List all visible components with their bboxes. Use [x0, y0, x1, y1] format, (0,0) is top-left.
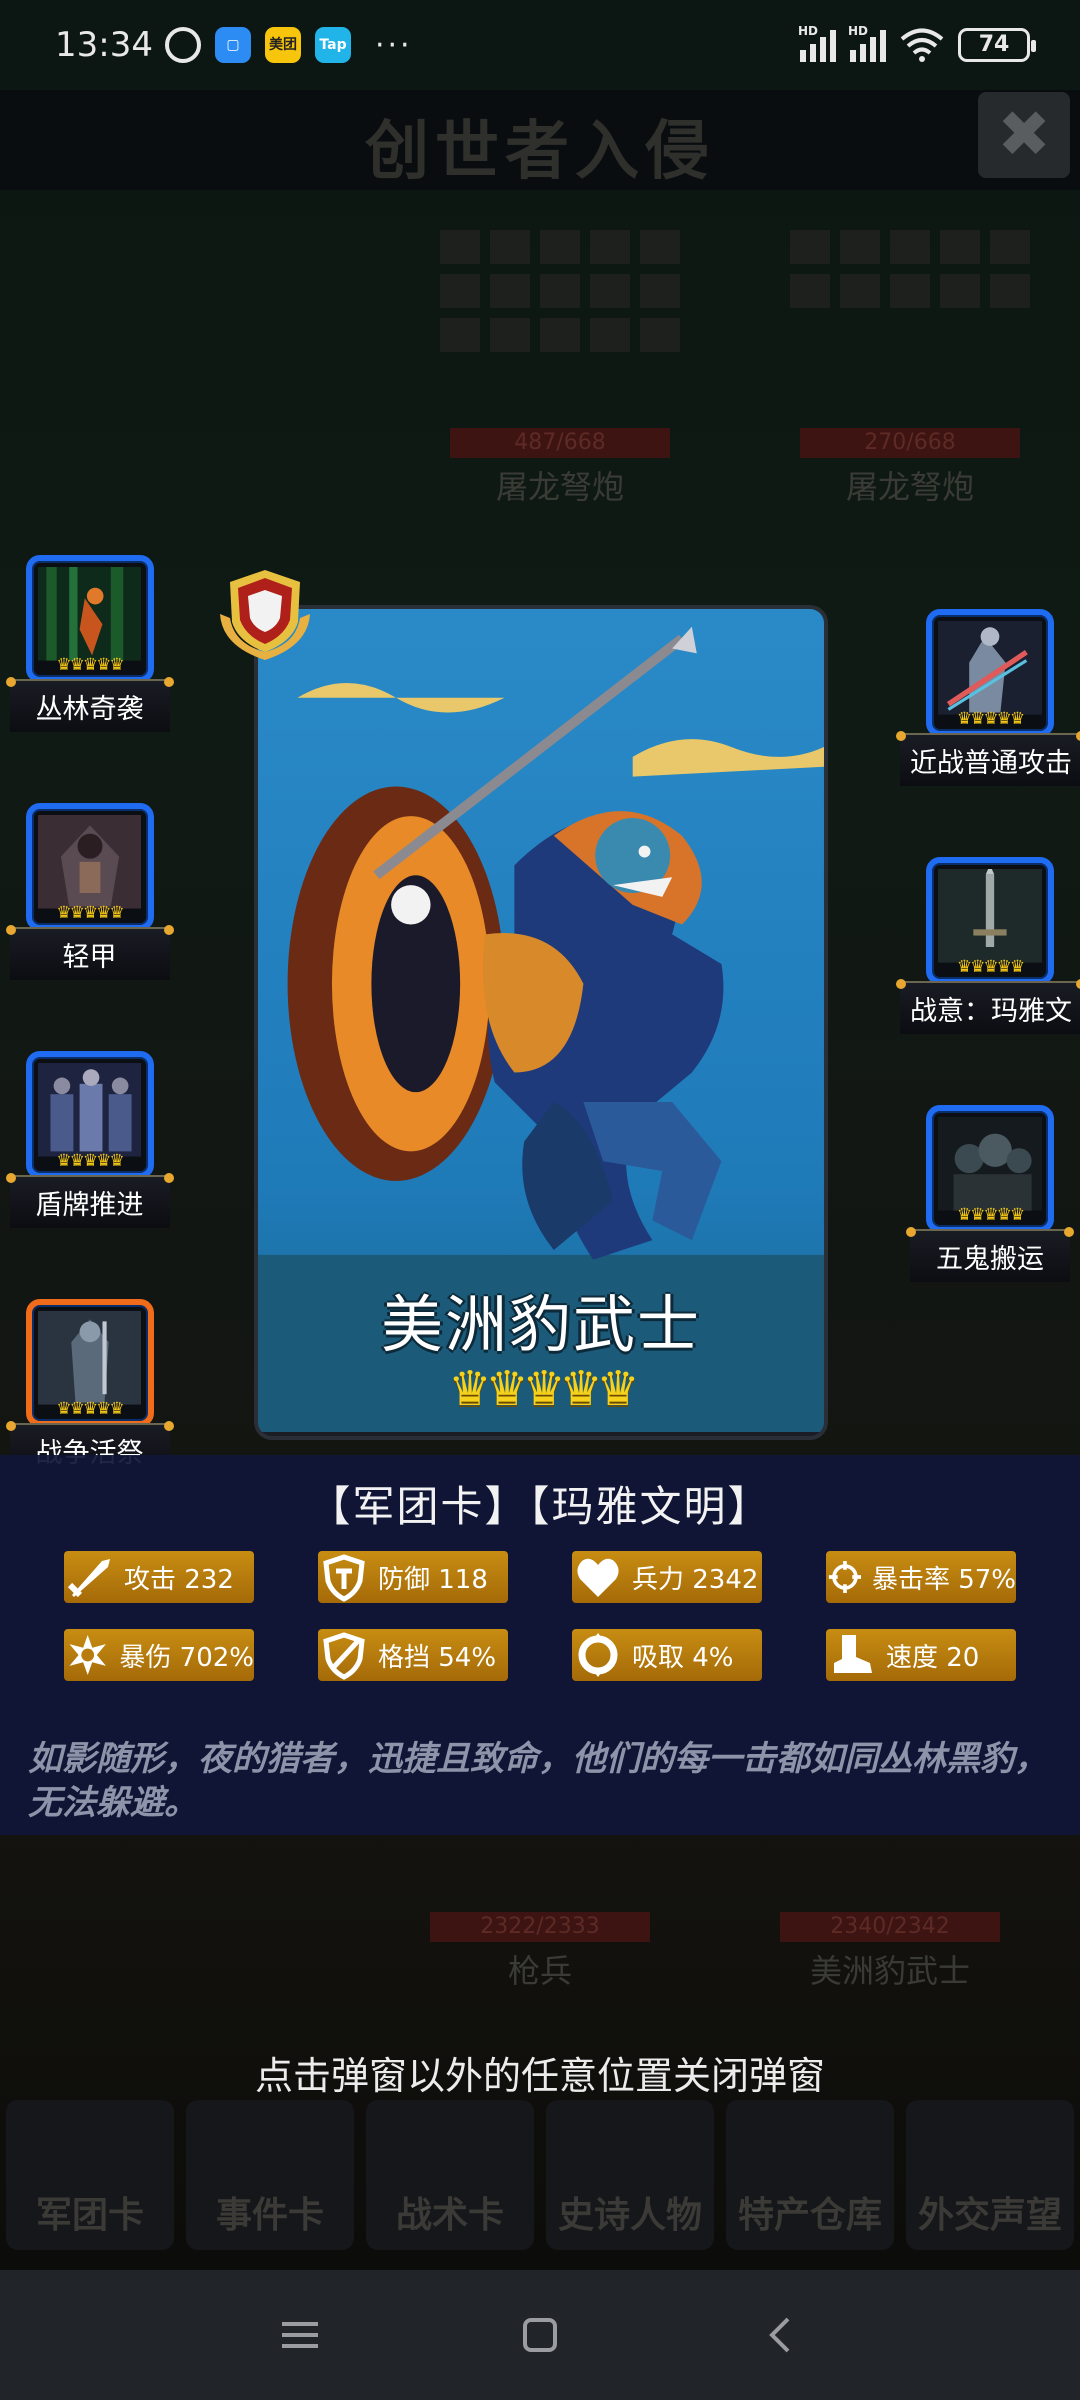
absorb-icon	[578, 1633, 618, 1677]
back-button[interactable]	[750, 2305, 810, 2365]
boot-icon	[834, 1635, 872, 1673]
burst-icon	[69, 1634, 106, 1676]
melee-attack-art-icon	[938, 621, 1042, 715]
skill-crowns: ♛♛♛♛♛	[56, 1151, 124, 1171]
five-ghosts-art-icon	[938, 1117, 1042, 1211]
skill-melee-attack[interactable]: ♛♛♛♛♛ 近战普通攻击	[896, 609, 1080, 786]
stat-attack: 攻击 232	[64, 1551, 254, 1603]
skill-crowns: ♛♛♛♛♛	[56, 1399, 124, 1419]
skill-crowns: ♛♛♛♛♛	[956, 1205, 1025, 1225]
stat-text: 暴击率 57%	[871, 1564, 1016, 1595]
skill-crowns: ♛♛♛♛♛	[956, 709, 1025, 729]
skill-label: 近战普通攻击	[896, 731, 1080, 786]
skill-jungle-raid[interactable]: ♛♛♛♛♛ 丛林奇袭	[2, 555, 177, 732]
skill-crowns: ♛♛♛♛♛	[956, 957, 1025, 977]
stat-text: 攻击 232	[124, 1564, 234, 1595]
jungle-raid-art-icon	[37, 567, 142, 661]
skill-crowns: ♛♛♛♛♛	[56, 655, 124, 675]
crosshair-icon	[828, 1560, 862, 1594]
rank-badge-icon	[220, 570, 310, 660]
stat-block: 格挡 54%	[318, 1629, 508, 1681]
stat-text: 格挡 54%	[378, 1642, 497, 1673]
stat-crit-rate: 暴击率 57%	[826, 1551, 1016, 1603]
card-category-header: 【军团卡】【玛雅文明】	[308, 1482, 772, 1531]
skill-label: 轻甲	[5, 925, 174, 980]
skill-shield-push[interactable]: ♛♛♛♛♛ 盾牌推进	[2, 1051, 177, 1228]
card-star-rating: ♛♛♛♛♛	[448, 1361, 639, 1417]
skill-frame: ♛♛♛♛♛	[926, 1105, 1054, 1233]
parry-icon	[323, 1632, 365, 1680]
system-navigation-bar	[0, 2270, 1080, 2400]
stat-text: 暴伤 702%	[119, 1642, 254, 1673]
skill-label: 五鬼搬运	[906, 1227, 1074, 1282]
skill-frame: ♛♛♛♛♛	[25, 1299, 154, 1427]
unit-card: 美洲豹武士 ♛♛♛♛♛	[254, 605, 828, 1440]
menu-button[interactable]	[270, 2305, 330, 2365]
home-icon	[523, 2318, 557, 2352]
skill-label: 战意：玛雅文	[896, 979, 1080, 1034]
war-sacrifice-art-icon	[37, 1311, 142, 1405]
stat-lifesteal: 吸取 4%	[572, 1629, 762, 1681]
stat-speed: 速度 20	[826, 1629, 1016, 1681]
card-description: 如影随形，夜的猎者，迅捷且致命，他们的每一击都如同丛林黑豹，无法躲避。	[28, 1739, 1048, 1823]
skill-light-armor[interactable]: ♛♛♛♛♛ 轻甲	[2, 803, 177, 980]
close-hint: 点击弹窗以外的任意位置关闭弹窗	[254, 2054, 825, 2098]
menu-icon	[282, 2322, 318, 2348]
sword-icon	[67, 1559, 110, 1598]
home-button[interactable]	[510, 2305, 570, 2365]
skill-frame: ♛♛♛♛♛	[926, 609, 1054, 737]
shield-push-art-icon	[37, 1063, 142, 1157]
stat-defense: 防御 118	[318, 1551, 508, 1603]
skill-five-ghosts[interactable]: ♛♛♛♛♛ 五鬼搬运	[900, 1105, 1080, 1282]
skill-crowns: ♛♛♛♛♛	[56, 903, 124, 923]
skill-frame: ♛♛♛♛♛	[25, 1051, 154, 1179]
skill-label: 盾牌推进	[5, 1173, 174, 1228]
stat-text: 吸取 4%	[632, 1642, 734, 1673]
heart-icon	[577, 1558, 619, 1597]
card-unit-name: 美洲豹武士	[380, 1288, 701, 1361]
light-armor-art-icon	[37, 815, 142, 909]
stat-troops: 兵力 2342	[572, 1551, 762, 1603]
skill-frame: ♛♛♛♛♛	[25, 803, 154, 931]
card-detail-modal[interactable]: ♛♛♛♛♛ 丛林奇袭 ♛♛♛♛♛ 轻甲 ♛♛♛♛♛ 盾牌推进 ♛♛♛♛♛ 战争活…	[0, 0, 1080, 2270]
card-info-panel: 【军团卡】【玛雅文明】 攻击 232 防御 118 兵力 2342 暴击率 57…	[0, 1455, 1080, 1835]
stat-crit-damage: 暴伤 702%	[64, 1629, 254, 1681]
stat-text: 防御 118	[378, 1564, 488, 1595]
back-icon	[769, 2317, 790, 2353]
shield-icon	[323, 1554, 365, 1602]
stat-text: 速度 20	[886, 1642, 980, 1673]
skill-frame: ♛♛♛♛♛	[926, 857, 1054, 985]
skill-war-sacrifice[interactable]: ♛♛♛♛♛ 战争活祭	[2, 1299, 177, 1476]
stat-text: 兵力 2342	[632, 1564, 759, 1595]
battle-will-art-icon	[938, 869, 1042, 963]
skill-label: 丛林奇袭	[5, 677, 174, 732]
skill-frame: ♛♛♛♛♛	[25, 555, 154, 683]
skill-battle-will-maya[interactable]: ♛♛♛♛♛ 战意：玛雅文	[896, 857, 1080, 1034]
